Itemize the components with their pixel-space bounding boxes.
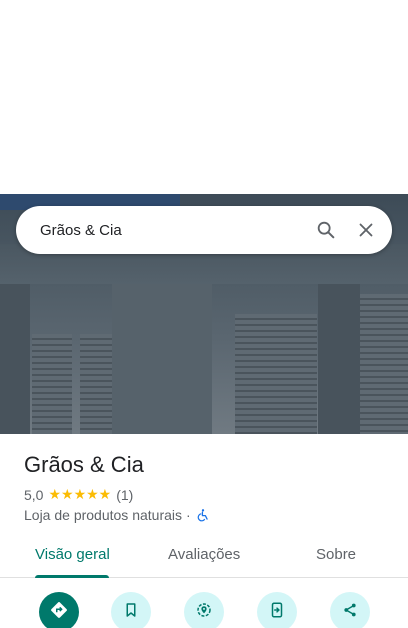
- directions-button[interactable]: [39, 592, 79, 628]
- save-button[interactable]: [111, 592, 151, 628]
- close-icon[interactable]: [346, 210, 386, 250]
- action-row: [0, 592, 408, 628]
- category-separator: ·: [186, 507, 191, 523]
- storefront-shutter: [80, 334, 112, 434]
- place-title: Grãos & Cia: [24, 452, 144, 477]
- share-button[interactable]: [330, 592, 370, 628]
- wheelchair-accessible-icon: [196, 508, 210, 522]
- category-row: Loja de produtos naturais ·: [24, 507, 210, 523]
- place-category: Loja de produtos naturais: [24, 507, 182, 523]
- bookmark-icon: [122, 601, 140, 624]
- storefront-shutter: [32, 334, 72, 434]
- tab-about[interactable]: Sobre: [316, 546, 356, 563]
- review-count[interactable]: (1): [116, 487, 133, 503]
- tab-overview[interactable]: Visão geral: [35, 546, 110, 563]
- share-icon: [341, 601, 359, 624]
- place-tabs: Visão geral Avaliações Sobre: [0, 534, 408, 578]
- rating-stars: ★★★★★: [48, 486, 112, 502]
- rating-row[interactable]: 5,0 ★★★★★ (1): [24, 486, 133, 503]
- storefront-pillar: [318, 284, 360, 434]
- search-icon[interactable]: [306, 210, 346, 250]
- rating-value: 5,0: [24, 486, 44, 503]
- search-bar[interactable]: Grãos & Cia: [16, 206, 392, 254]
- storefront-pillar: [0, 284, 30, 434]
- storefront-pillar: [112, 284, 212, 434]
- storefront-shutter: [360, 294, 408, 434]
- send-to-phone-icon: [268, 601, 286, 624]
- tab-reviews[interactable]: Avaliações: [168, 546, 240, 563]
- nearby-icon: [195, 601, 213, 624]
- nearby-button[interactable]: [184, 592, 224, 628]
- search-query[interactable]: Grãos & Cia: [40, 222, 306, 239]
- directions-icon: [50, 601, 68, 624]
- send-to-phone-button[interactable]: [257, 592, 297, 628]
- tab-indicator: [35, 575, 109, 578]
- storefront-shutter: [235, 314, 317, 434]
